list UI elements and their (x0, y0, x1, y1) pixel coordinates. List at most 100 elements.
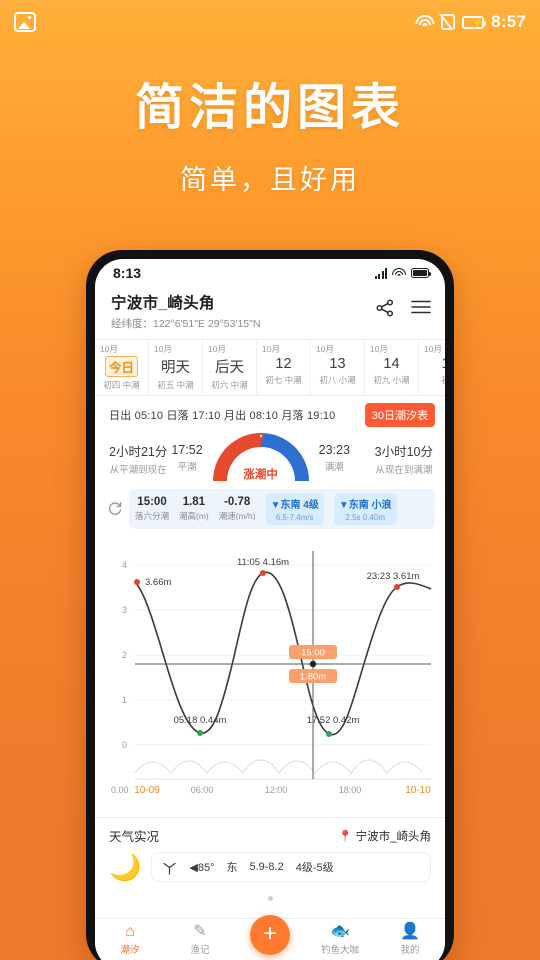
weather-body: 🌙 ◀85° 东 5.9-8.2 4级-5级 (109, 852, 431, 882)
date-day: 今日 (104, 356, 138, 377)
chip-speed: -0.78 潮速(m/h) (219, 496, 256, 522)
tide-table-button[interactable]: 30日潮汐表 (364, 403, 435, 427)
chip-wind-value: ▼东南 4级 (270, 500, 319, 511)
cursor-time-text: 15:00 (301, 648, 325, 659)
date-month: 10月 (154, 344, 172, 354)
tab-tide-label: 潮汐 (120, 945, 140, 956)
phone-status-bar: 8:13 (95, 259, 445, 287)
wind-card[interactable]: ◀85° 东 5.9-8.2 4级-5级 (151, 852, 431, 882)
to-high-value: 3小时10分 (374, 444, 433, 459)
date-cell-5[interactable]: 10月 14 初九 小潮 (365, 340, 419, 395)
slack-time: 17:52 平潮 (171, 443, 202, 473)
refresh-icon[interactable] (107, 501, 123, 517)
time-since-slack: 2小时21分 从平潮到现在 (109, 441, 167, 476)
tab-profile-label: 我的 (400, 945, 420, 956)
wifi-icon (392, 267, 406, 279)
svg-text:0: 0 (122, 740, 127, 750)
date-lunar: 初八 小潮 (319, 375, 356, 385)
signal-icon (375, 267, 387, 279)
date-cell-1[interactable]: 10月 明天 初五 中潮 (149, 340, 203, 395)
tab-profile[interactable]: 👤 我的 (375, 923, 445, 956)
phone-screen: 8:13 宁波市_崎头角 经纬度：122°6'51"E 29°53'15"N 1… (95, 259, 445, 960)
tide-speed-curve (134, 759, 424, 775)
person-icon: 👤 (400, 923, 420, 940)
high-point-marker-0 (134, 579, 140, 585)
wind-force: 4级-5级 (295, 862, 334, 874)
gauge-indicator-dot (257, 433, 264, 439)
chip-wave: ▼东南 小浪 2.5s 0.40m (333, 493, 397, 525)
date-month: 10月 (208, 344, 226, 354)
chip-height-label: 潮高(m) (179, 511, 209, 521)
tab-tide[interactable]: ⌂ 潮汐 (95, 923, 165, 956)
low-point-label-1: 17:52 0.42m (307, 715, 360, 726)
since-slack-label: 从平潮到现在 (109, 464, 167, 476)
svg-text:10-10: 10-10 (405, 785, 431, 796)
weather-location-text: 宁波市_崎头角 (355, 830, 431, 843)
conditions-chips: 15:00 落六分潮 1.81 潮高(m) -0.78 潮速(m/h) ▼东南 … (129, 489, 435, 529)
date-month: 10月 (316, 344, 334, 354)
gauge-label: 涨潮中 (243, 469, 278, 481)
date-day: 12 (275, 356, 292, 372)
signal-off-icon (441, 14, 456, 30)
weather-location[interactable]: 📍 宁波市_崎头角 (338, 828, 431, 844)
location-coords: 经纬度：122°6'51"E 29°53'15"N (111, 318, 261, 330)
tide-chart-svg[interactable]: 4 3 2 1 0 0.00 06:00 12:00 18:00 10-09 1… (101, 537, 439, 815)
date-cell-6[interactable]: 10月 1 初 (419, 340, 445, 395)
chip-height-value: 1.81 (182, 496, 206, 508)
carousel-dots[interactable] (109, 888, 431, 906)
current-conditions-row: 15:00 落六分潮 1.81 潮高(m) -0.78 潮速(m/h) ▼东南 … (95, 489, 445, 535)
promo-headline: 简洁的图表 (134, 78, 405, 136)
moon-icon: 🌙 (109, 852, 142, 882)
tide-phase-gauge: 涨潮中 (212, 433, 309, 483)
weather-section: 天气实况 📍 宁波市_崎头角 🌙 ◀85° 东 5.9-8.2 4级-5级 (95, 817, 445, 906)
chip-time: 15:00 落六分潮 (135, 496, 169, 522)
menu-icon[interactable] (411, 299, 431, 317)
svg-text:1: 1 (122, 695, 127, 705)
date-cell-2[interactable]: 10月 后天 初六 中潮 (203, 340, 257, 395)
weather-header: 天气实况 📍 宁波市_崎头角 (109, 826, 431, 845)
since-slack-value: 2小时21分 (109, 444, 168, 459)
date-month: 10月 (370, 344, 388, 354)
header-actions (375, 291, 431, 317)
location-block[interactable]: 宁波市_崎头角 经纬度：122°6'51"E 29°53'15"N (111, 291, 260, 331)
phone-clock: 8:13 (113, 265, 142, 281)
time-to-high: 3小时10分 从现在到满潮 (375, 441, 433, 476)
chart-gridlines (135, 564, 431, 780)
svg-text:18:00: 18:00 (339, 785, 362, 795)
tide-chart[interactable]: 4 3 2 1 0 0.00 06:00 12:00 18:00 10-09 1… (95, 535, 445, 817)
low-point-label-0: 05:18 0.44m (174, 715, 227, 726)
date-cell-3[interactable]: 10月 12 初七 中潮 (257, 340, 311, 395)
slack-time-label: 平潮 (177, 462, 197, 473)
date-day: 13 (329, 356, 346, 372)
svg-text:12:00: 12:00 (265, 785, 288, 795)
wind-angle: ◀85° (189, 861, 215, 874)
date-strip[interactable]: 10月 今日 初四 中潮 10月 明天 初五 中潮 10月 后天 初六 中潮 1… (95, 339, 445, 396)
high-point-label-2: 23:23 3.61m (367, 571, 420, 582)
tide-height-curve (134, 571, 432, 736)
image-icon (14, 12, 36, 32)
high-tide-time-label: 满潮 (324, 462, 344, 473)
promo-subhead: 简单，且好用 (180, 165, 360, 196)
date-day: 后天 (215, 360, 244, 376)
date-cell-4[interactable]: 10月 13 初八 小潮 (311, 340, 365, 395)
tab-community[interactable]: 🐟 钓鱼大咖 (305, 923, 375, 956)
chart-y-ticks: 4 3 2 1 0 (122, 560, 127, 750)
battery-icon (411, 268, 431, 278)
date-day: 14 (383, 356, 400, 372)
chip-wind: ▼东南 4级 6.5-7.4m/s (265, 493, 324, 525)
tab-fishlog[interactable]: ✎ 渔记 (165, 923, 235, 956)
to-high-label: 从现在到满潮 (375, 464, 433, 476)
promo-status-left (14, 12, 36, 32)
share-icon[interactable] (375, 299, 395, 317)
chip-wave-label: 2.5s 0.40m (345, 513, 385, 522)
location-name: 宁波市_崎头角 (111, 295, 215, 312)
chip-speed-value: -0.78 (224, 496, 251, 508)
chip-wave-value: ▼东南 小浪 (338, 500, 392, 511)
chip-speed-label: 潮速(m/h) (218, 511, 256, 521)
plus-icon[interactable]: + (250, 915, 290, 955)
phone-status-right (375, 267, 431, 279)
date-lunar: 初六 中潮 (211, 380, 248, 390)
date-cell-0[interactable]: 10月 今日 初四 中潮 (95, 340, 149, 395)
tab-bar: ⌂ 潮汐 ✎ 渔记 + 🐟 钓鱼大咖 👤 我的 (95, 915, 445, 960)
date-day: 1 (419, 356, 445, 372)
